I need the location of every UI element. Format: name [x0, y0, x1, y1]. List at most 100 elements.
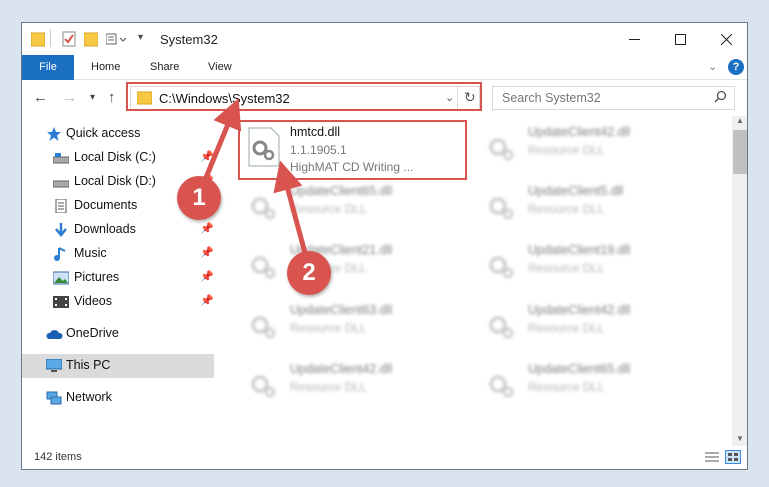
- file-name: UpdateClient19.dll: [528, 243, 631, 257]
- dll-file-icon: [247, 364, 281, 404]
- file-type: Resource DLL: [528, 261, 605, 275]
- sidebar-item-network[interactable]: Network: [22, 386, 214, 410]
- file-item[interactable]: UpdateClient65.dll Resource DLL: [479, 358, 709, 414]
- sidebar-item-music[interactable]: Music 📌: [22, 242, 214, 266]
- sidebar-item-this-pc[interactable]: This PC: [22, 354, 214, 378]
- file-type: Resource DLL: [528, 321, 605, 335]
- sidebar-item-label: Documents: [74, 198, 138, 212]
- file-name: UpdateClient65.dll: [528, 362, 631, 376]
- maximize-button[interactable]: [657, 23, 703, 55]
- network-icon: [46, 391, 62, 405]
- close-button[interactable]: [703, 23, 747, 55]
- search-placeholder: Search System32: [502, 91, 601, 105]
- dll-file-icon: [485, 364, 519, 404]
- sidebar-item-quick-access[interactable]: Quick access: [22, 122, 214, 146]
- item-count: 142 items: [34, 451, 82, 463]
- minimize-button[interactable]: [611, 23, 657, 55]
- drive-icon: [52, 175, 70, 189]
- close-icon: [720, 33, 732, 45]
- file-item[interactable]: UpdateClient19.dll Resource DLL: [479, 239, 709, 295]
- sidebar-item-label: Videos: [74, 294, 112, 308]
- pin-icon: 📌: [200, 271, 214, 283]
- file-item[interactable]: UpdateClient65.dll Resource DLL: [241, 180, 471, 236]
- sidebar-item-onedrive[interactable]: OneDrive: [22, 322, 214, 346]
- folder-icon: [30, 31, 46, 47]
- title-bar: ▾ System32: [22, 23, 747, 55]
- sidebar-item-label: Pictures: [74, 270, 120, 284]
- file-item[interactable]: UpdateClient42.dll Resource DLL: [479, 121, 709, 177]
- file-name: UpdateClient5.dll: [528, 184, 624, 198]
- properties-icon[interactable]: [62, 31, 76, 47]
- sidebar-item-local-disk-c[interactable]: Local Disk (C:) 📌: [22, 146, 214, 170]
- step-1-marker: 1: [177, 176, 221, 220]
- sidebar-item-label: This PC: [66, 358, 111, 372]
- address-bar-highlight: [126, 82, 482, 111]
- documents-icon: [53, 198, 69, 214]
- up-arrow-icon[interactable]: ↑: [108, 89, 116, 106]
- customize-toolbar-icon[interactable]: [105, 31, 134, 47]
- download-icon: [53, 223, 69, 237]
- sidebar-item-label: Network: [66, 390, 112, 404]
- file-type: Resource DLL: [528, 143, 605, 157]
- dll-file-icon: [247, 305, 281, 345]
- maximize-icon: [674, 33, 686, 45]
- tiles-view-icon[interactable]: [725, 450, 741, 464]
- search-input[interactable]: Search System32: [492, 86, 735, 110]
- file-item[interactable]: UpdateClient5.dll Resource DLL: [479, 180, 709, 236]
- sidebar-item-pictures[interactable]: Pictures 📌: [22, 266, 214, 290]
- file-type: Resource DLL: [290, 380, 367, 394]
- tab-view[interactable]: View: [208, 55, 232, 80]
- back-arrow-icon[interactable]: ←: [33, 89, 48, 106]
- ribbon: File Home Share View ⌄ ?: [22, 55, 747, 80]
- sidebar-item-downloads[interactable]: Downloads 📌: [22, 218, 214, 242]
- sidebar-item-label: Downloads: [74, 222, 136, 236]
- file-highlight: [238, 120, 467, 180]
- search-icon: [714, 90, 727, 108]
- details-view-icon[interactable]: [705, 451, 719, 466]
- scroll-up-icon[interactable]: ▲: [736, 116, 744, 125]
- music-icon: [53, 247, 69, 261]
- file-name: UpdateClient42.dll: [290, 362, 393, 376]
- tab-share[interactable]: Share: [150, 55, 179, 80]
- scroll-thumb[interactable]: [733, 130, 747, 174]
- file-type: Resource DLL: [290, 321, 367, 335]
- vertical-scrollbar[interactable]: ▲ ▼: [732, 116, 747, 446]
- dll-file-icon: [485, 127, 519, 167]
- cloud-icon: [46, 327, 63, 341]
- window-title: System32: [160, 32, 218, 47]
- file-type: Resource DLL: [528, 380, 605, 394]
- dll-file-icon: [485, 245, 519, 285]
- navigation-pane: Quick access Local Disk (C:) 📌 Local Dis…: [22, 116, 217, 446]
- file-item[interactable]: UpdateClient21.dll Resource DLL: [241, 239, 471, 295]
- dll-file-icon: [247, 186, 281, 226]
- file-item[interactable]: UpdateClient42.dll Resource DLL: [479, 299, 709, 355]
- ribbon-expand-icon[interactable]: ⌄: [708, 60, 717, 73]
- file-name: UpdateClient63.dll: [290, 303, 393, 317]
- help-icon[interactable]: ?: [728, 59, 744, 75]
- minimize-icon: [628, 38, 640, 40]
- drive-icon: [52, 151, 70, 165]
- dll-file-icon: [247, 245, 281, 285]
- videos-icon: [53, 295, 69, 309]
- dll-file-icon: [485, 305, 519, 345]
- toolbar-divider: [50, 29, 51, 47]
- dll-file-icon: [485, 186, 519, 226]
- pin-icon: 📌: [200, 247, 214, 259]
- new-folder-icon[interactable]: [83, 31, 99, 47]
- pin-icon: 📌: [200, 223, 214, 235]
- file-item[interactable]: UpdateClient42.dll Resource DLL: [241, 358, 471, 414]
- tab-home[interactable]: Home: [91, 55, 120, 80]
- file-item[interactable]: UpdateClient63.dll Resource DLL: [241, 299, 471, 355]
- quick-access-chevron-icon[interactable]: ▾: [138, 32, 143, 48]
- forward-arrow-icon[interactable]: →: [62, 89, 77, 106]
- tab-file[interactable]: File: [22, 55, 74, 80]
- file-type: Resource DLL: [290, 202, 367, 216]
- computer-icon: [45, 358, 63, 373]
- sidebar-item-videos[interactable]: Videos 📌: [22, 290, 214, 314]
- scroll-down-icon[interactable]: ▼: [736, 434, 744, 443]
- sidebar-item-label: Local Disk (C:): [74, 150, 156, 164]
- star-icon: [46, 127, 62, 141]
- recent-locations-icon[interactable]: ▾: [90, 92, 95, 103]
- file-name: UpdateClient42.dll: [528, 303, 631, 317]
- pin-icon: 📌: [200, 295, 214, 307]
